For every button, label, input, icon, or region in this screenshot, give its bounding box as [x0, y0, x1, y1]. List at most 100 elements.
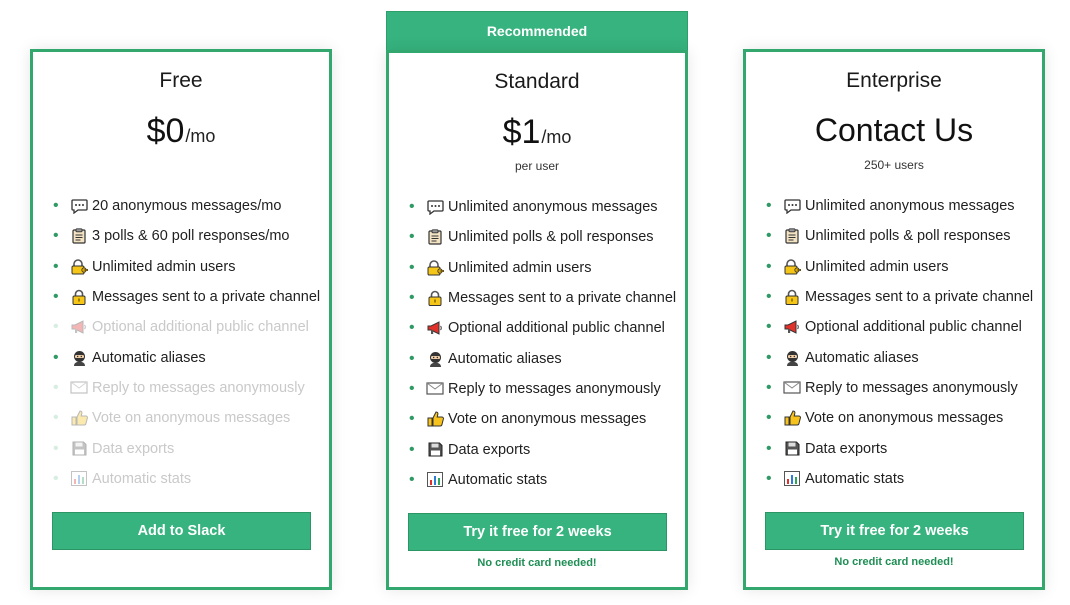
- thumbs-up-icon: [69, 410, 89, 426]
- plan-card-standard: Standard $1/mo per user • Unlimited anony…: [386, 50, 688, 590]
- recommended-ribbon: Recommended: [386, 11, 688, 51]
- feature-text: Optional additional public channel: [448, 320, 665, 337]
- bullet-icon: •: [409, 349, 415, 367]
- feature-text: Optional additional public channel: [92, 319, 309, 336]
- price-amount: Contact Us: [814, 112, 974, 148]
- bullet-icon: •: [53, 197, 59, 215]
- try-free-button-standard[interactable]: Try it free for 2 weeks: [408, 513, 667, 551]
- feature-item: • Vote on anonymous messages: [409, 404, 676, 434]
- clipboard-icon: [782, 228, 802, 245]
- plan-name: Standard: [494, 70, 580, 93]
- bullet-icon: •: [53, 257, 59, 275]
- floppy-disk-icon: [782, 441, 802, 457]
- clipboard-icon: [425, 229, 445, 246]
- feature-item: • Vote on anonymous messages: [766, 403, 1033, 433]
- feature-text: Automatic aliases: [805, 349, 919, 366]
- feature-text: Optional additional public channel: [805, 319, 1022, 336]
- bullet-icon: •: [766, 257, 772, 275]
- feature-item: • Unlimited anonymous messages: [766, 191, 1033, 221]
- feature-item: • Vote on anonymous messages: [53, 403, 320, 433]
- feature-item: • Automatic stats: [409, 465, 676, 495]
- megaphone-icon: [782, 319, 802, 335]
- ninja-icon: [425, 351, 445, 367]
- bullet-icon: •: [409, 410, 415, 428]
- feature-text: Vote on anonymous messages: [805, 410, 1004, 427]
- no-credit-card-note: No credit card needed!: [834, 556, 954, 568]
- thumbs-up-icon: [425, 411, 445, 427]
- plan-price: $1/mo: [389, 113, 685, 152]
- ninja-icon: [782, 350, 802, 366]
- bullet-icon: •: [766, 227, 772, 245]
- feature-item: • Optional additional public channel: [409, 313, 676, 343]
- feature-item: • Reply to messages anonymously: [53, 373, 320, 403]
- megaphone-icon: [425, 320, 445, 336]
- bullet-icon: •: [53, 348, 59, 366]
- no-credit-card-note: No credit card needed!: [477, 557, 597, 569]
- bullet-icon: •: [53, 409, 59, 427]
- bar-chart-icon: [425, 472, 445, 488]
- feature-item: • Unlimited admin users: [766, 252, 1033, 282]
- bullet-icon: •: [409, 198, 415, 216]
- bullet-icon: •: [53, 227, 59, 245]
- feature-item: • Automatic stats: [766, 464, 1033, 494]
- feature-list: • Unlimited anonymous messages • Unlimited …: [766, 191, 1033, 494]
- bullet-icon: •: [409, 379, 415, 397]
- plan-card-free: Free $0/mo • 20 anonymous messages/mo • 3 p…: [30, 49, 332, 590]
- bullet-icon: •: [409, 228, 415, 246]
- price-unit: /mo: [541, 127, 572, 147]
- thumbs-up-icon: [782, 410, 802, 426]
- plan-name: Free: [159, 69, 203, 92]
- bullet-icon: •: [53, 378, 59, 396]
- feature-text: Unlimited polls & poll responses: [805, 228, 1011, 245]
- envelope-icon: [425, 381, 445, 397]
- feature-item: • Unlimited polls & poll responses: [766, 221, 1033, 251]
- feature-text: Messages sent to a private channel: [92, 289, 321, 306]
- feature-text: Unlimited admin users: [448, 259, 592, 276]
- price-amount: $1: [502, 113, 541, 151]
- feature-text: Vote on anonymous messages: [92, 410, 291, 427]
- feature-text: Automatic aliases: [448, 350, 562, 367]
- bullet-icon: •: [766, 378, 772, 396]
- floppy-disk-icon: [69, 441, 89, 457]
- feature-list: • Unlimited anonymous messages • Unlimited …: [409, 192, 676, 495]
- feature-text: Unlimited admin users: [805, 258, 949, 275]
- bar-chart-icon: [69, 471, 89, 487]
- speech-bubble-icon: [782, 198, 802, 214]
- feature-item: • Data exports: [409, 434, 676, 464]
- feature-text: Reply to messages anonymously: [92, 379, 305, 396]
- bullet-icon: •: [766, 288, 772, 306]
- feature-item: • 20 anonymous messages/mo: [53, 191, 320, 221]
- feature-text: Automatic aliases: [92, 349, 206, 366]
- feature-item: • Unlimited admin users: [409, 253, 676, 283]
- price-unit: /mo: [185, 126, 216, 146]
- add-to-slack-button[interactable]: Add to Slack: [52, 512, 311, 550]
- bullet-icon: •: [53, 288, 59, 306]
- plan-name: Enterprise: [846, 69, 942, 92]
- feature-item: • Unlimited admin users: [53, 252, 320, 282]
- feature-text: Data exports: [92, 440, 175, 457]
- ninja-icon: [69, 350, 89, 366]
- try-free-button-enterprise[interactable]: Try it free for 2 weeks: [765, 512, 1024, 550]
- feature-item: • Automatic aliases: [409, 343, 676, 373]
- bullet-icon: •: [766, 409, 772, 427]
- feature-text: Unlimited admin users: [92, 258, 236, 275]
- feature-text: Automatic stats: [92, 470, 192, 487]
- feature-text: Reply to messages anonymously: [805, 379, 1018, 396]
- feature-item: • Unlimited polls & poll responses: [409, 222, 676, 252]
- feature-text: 3 polls & 60 poll responses/mo: [92, 228, 290, 245]
- feature-item: • Reply to messages anonymously: [766, 373, 1033, 403]
- speech-bubble-icon: [69, 198, 89, 214]
- price-amount: $0: [146, 112, 185, 150]
- lock-icon: [782, 289, 802, 306]
- lock-with-key-icon: [69, 258, 89, 275]
- price-note: per user: [514, 159, 560, 173]
- feature-item: • Data exports: [766, 433, 1033, 463]
- feature-item: • Reply to messages anonymously: [409, 374, 676, 404]
- bullet-icon: •: [53, 469, 59, 487]
- feature-item: • Automatic aliases: [766, 342, 1033, 372]
- feature-text: 20 anonymous messages/mo: [92, 198, 282, 215]
- bullet-icon: •: [409, 258, 415, 276]
- feature-item: • Optional additional public channel: [766, 312, 1033, 342]
- lock-with-key-icon: [425, 259, 445, 276]
- floppy-disk-icon: [425, 442, 445, 458]
